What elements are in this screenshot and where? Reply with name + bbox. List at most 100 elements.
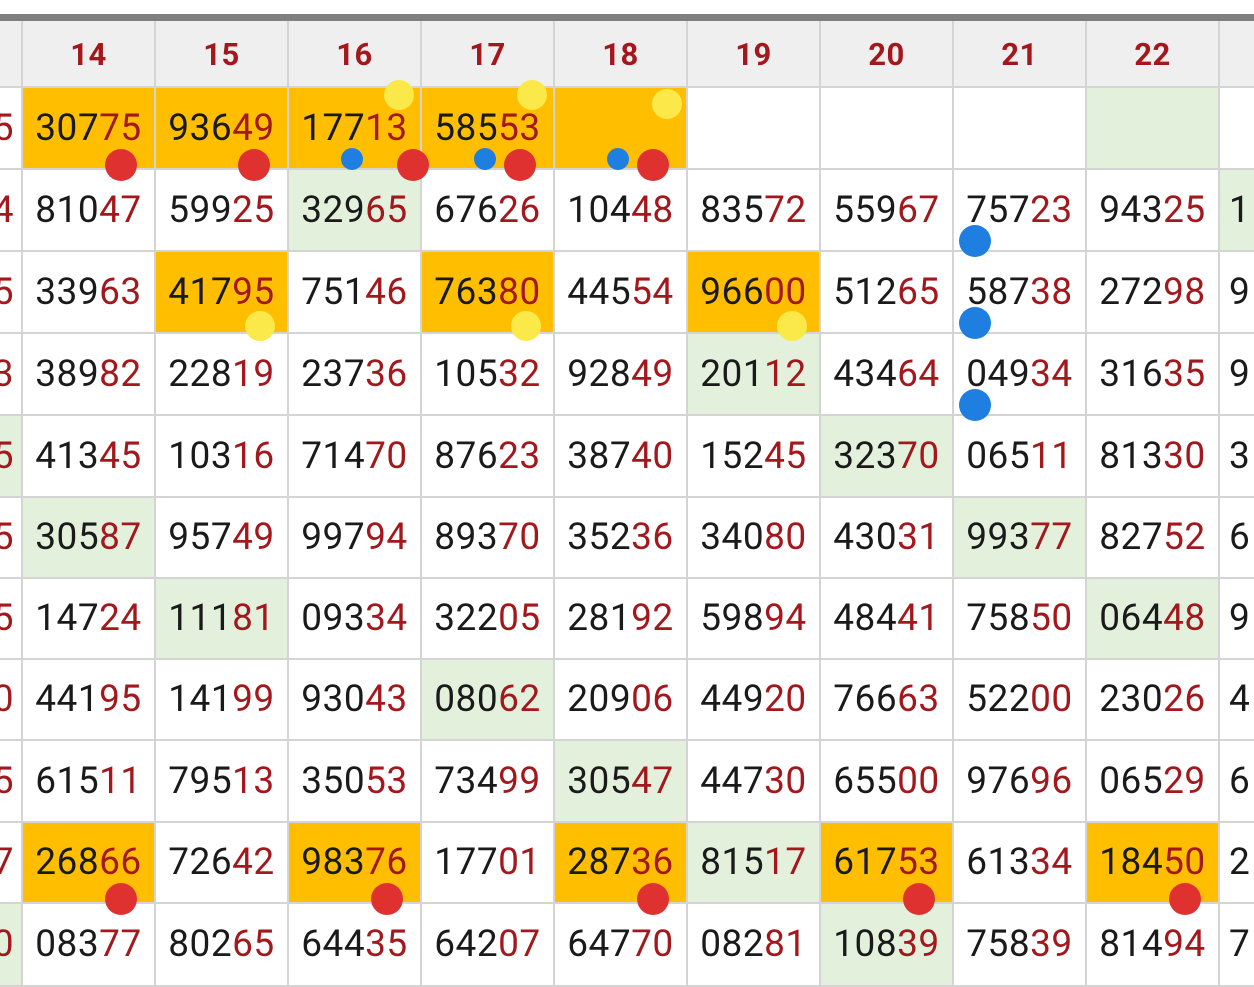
result-cell[interactable]: 615 11: [22, 740, 155, 822]
result-cell[interactable]: 441 95: [22, 659, 155, 740]
result-cell[interactable]: 413 45: [22, 415, 155, 497]
result-cell[interactable]: 599 25: [155, 169, 288, 251]
result-cell[interactable]: 352 36: [554, 497, 687, 578]
result-cell[interactable]: 835 72: [687, 169, 820, 251]
result-cell[interactable]: 559 67: [820, 169, 953, 251]
result-cell[interactable]: 305 87: [22, 497, 155, 578]
column-header-21[interactable]: 21: [953, 21, 1086, 87]
result-cell[interactable]: 976 96: [953, 740, 1086, 822]
result-cell[interactable]: 522 00: [953, 659, 1086, 740]
result-cell[interactable]: 228 19: [155, 333, 288, 415]
result-cell[interactable]: 340 80: [687, 497, 820, 578]
result-cell[interactable]: 512 65: [820, 251, 953, 333]
column-header-19[interactable]: 19: [687, 21, 820, 87]
result-cell[interactable]: 323 70: [820, 415, 953, 497]
result-cell[interactable]: 766 63: [820, 659, 953, 740]
result-cell[interactable]: 726 42: [155, 822, 288, 903]
result-cell[interactable]: 676 26: [421, 169, 554, 251]
result-cell[interactable]: 201 12: [687, 333, 820, 415]
result-cell[interactable]: 141 99: [155, 659, 288, 740]
result-cell[interactable]: 152 45: [687, 415, 820, 497]
result-cell[interactable]: 316 35: [1086, 333, 1219, 415]
result-cell[interactable]: 930 43: [288, 659, 421, 740]
result-cell[interactable]: 387 40: [554, 415, 687, 497]
result-cell[interactable]: 237 36: [288, 333, 421, 415]
result-cell[interactable]: 108 39: [820, 903, 953, 986]
result-cell[interactable]: 997 94: [288, 497, 421, 578]
result-cell[interactable]: 111 81: [155, 578, 288, 659]
result-cell[interactable]: 209 06: [554, 659, 687, 740]
column-header-15[interactable]: 15: [155, 21, 288, 87]
result-cell[interactable]: 647 70: [554, 903, 687, 986]
number-prefix: 758: [966, 923, 1031, 966]
result-cell[interactable]: 795 13: [155, 740, 288, 822]
result-cell[interactable]: 281 92: [554, 578, 687, 659]
result-cell[interactable]: 814 94: [1086, 903, 1219, 986]
result-cell[interactable]: 082 81: [687, 903, 820, 986]
result-cell[interactable]: 389 82: [22, 333, 155, 415]
column-header-14[interactable]: 14: [22, 21, 155, 87]
partial-cell-text: 0: [0, 923, 14, 966]
result-cell[interactable]: 815 17: [687, 822, 820, 903]
result-cell[interactable]: 802 65: [155, 903, 288, 986]
result-cell[interactable]: 065 11: [953, 415, 1086, 497]
result-cell[interactable]: 065 29: [1086, 740, 1219, 822]
result-cell[interactable]: 928 49: [554, 333, 687, 415]
result-cell[interactable]: 484 41: [820, 578, 953, 659]
result-cell[interactable]: [687, 87, 820, 169]
result-cell[interactable]: 430 31: [820, 497, 953, 578]
result-cell[interactable]: 329 65: [288, 169, 421, 251]
result-cell[interactable]: 083 77: [22, 903, 155, 986]
result-cell[interactable]: 827 52: [1086, 497, 1219, 578]
result-cell[interactable]: 993 77: [953, 497, 1086, 578]
result-cell[interactable]: [820, 87, 953, 169]
result-cell[interactable]: 644 35: [288, 903, 421, 986]
partial-cell-text: 0: [0, 678, 14, 721]
result-cell[interactable]: 655 00: [820, 740, 953, 822]
result-cell[interactable]: 810 47: [22, 169, 155, 251]
result-cell[interactable]: 758 50: [953, 578, 1086, 659]
result-cell[interactable]: 103 16: [155, 415, 288, 497]
result-cell[interactable]: 105 32: [421, 333, 554, 415]
result-cell[interactable]: 350 53: [288, 740, 421, 822]
result-cell[interactable]: [953, 87, 1086, 169]
result-cell[interactable]: 613 34: [953, 822, 1086, 903]
result-cell[interactable]: 876 23: [421, 415, 554, 497]
result-cell[interactable]: [1086, 87, 1219, 169]
result-cell[interactable]: 447 30: [687, 740, 820, 822]
result-cell[interactable]: 064 48: [1086, 578, 1219, 659]
grid-line-horizontal: [0, 739, 1254, 741]
result-cell[interactable]: 449 20: [687, 659, 820, 740]
result-cell[interactable]: 943 25: [1086, 169, 1219, 251]
result-cell[interactable]: 147 24: [22, 578, 155, 659]
result-cell[interactable]: 642 07: [421, 903, 554, 986]
result-cell[interactable]: 714 70: [288, 415, 421, 497]
result-cell[interactable]: 751 46: [288, 251, 421, 333]
result-cell[interactable]: 893 70: [421, 497, 554, 578]
column-header-20[interactable]: 20: [820, 21, 953, 87]
column-header-22[interactable]: 22: [1086, 21, 1219, 87]
partial-cell-left: 3: [0, 333, 22, 415]
number-prefix: 083: [35, 923, 100, 966]
result-cell[interactable]: 758 39: [953, 903, 1086, 986]
number-suffix: 47: [99, 188, 142, 232]
result-cell[interactable]: 080 62: [421, 659, 554, 740]
result-cell[interactable]: 177 01: [421, 822, 554, 903]
result-cell[interactable]: 339 63: [22, 251, 155, 333]
result-cell[interactable]: 434 64: [820, 333, 953, 415]
result-cell[interactable]: 272 98: [1086, 251, 1219, 333]
column-header-18[interactable]: 18: [554, 21, 687, 87]
result-cell[interactable]: 598 94: [687, 578, 820, 659]
result-cell[interactable]: 734 99: [421, 740, 554, 822]
number-suffix: 72: [764, 188, 807, 232]
result-cell[interactable]: 445 54: [554, 251, 687, 333]
result-cell[interactable]: 305 47: [554, 740, 687, 822]
result-cell[interactable]: 813 30: [1086, 415, 1219, 497]
column-header-16[interactable]: 16: [288, 21, 421, 87]
result-cell[interactable]: 104 48: [554, 169, 687, 251]
result-cell[interactable]: 093 34: [288, 578, 421, 659]
result-cell[interactable]: 957 49: [155, 497, 288, 578]
column-header-17[interactable]: 17: [421, 21, 554, 87]
result-cell[interactable]: 230 26: [1086, 659, 1219, 740]
result-cell[interactable]: 322 05: [421, 578, 554, 659]
